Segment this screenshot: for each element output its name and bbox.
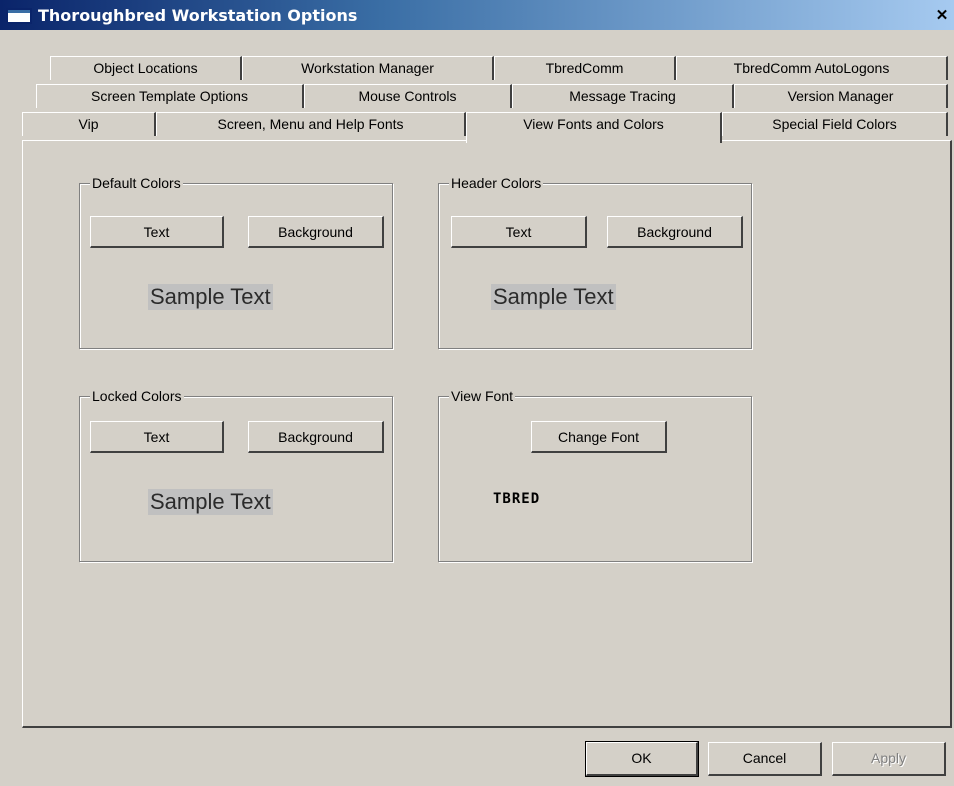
tab-mouse-controls[interactable]: Mouse Controls	[304, 84, 512, 108]
default-sample-text: Sample Text	[148, 284, 273, 310]
default-colors-group: Default Colors Text Background Sample Te…	[79, 174, 393, 349]
change-font-button[interactable]: Change Font	[531, 421, 667, 453]
view-font-label: View Font	[449, 387, 515, 405]
apply-button[interactable]: Apply	[832, 742, 946, 776]
default-text-button[interactable]: Text	[90, 216, 224, 248]
tab-row-1: Object Locations Workstation Manager Tbr…	[0, 56, 954, 80]
tab-row-3: Vip Screen, Menu and Help Fonts View Fon…	[0, 112, 954, 143]
tab-tbredcomm-autologons[interactable]: TbredComm AutoLogons	[676, 56, 948, 80]
default-colors-label: Default Colors	[90, 174, 183, 192]
ok-button[interactable]: OK	[585, 741, 699, 777]
tab-tbredcomm[interactable]: TbredComm	[494, 56, 676, 80]
tab-version-manager[interactable]: Version Manager	[734, 84, 948, 108]
header-text-button[interactable]: Text	[451, 216, 587, 248]
header-colors-label: Header Colors	[449, 174, 544, 192]
tab-special-field-colors[interactable]: Special Field Colors	[722, 112, 948, 136]
tab-object-locations[interactable]: Object Locations	[50, 56, 242, 80]
tab-message-tracing[interactable]: Message Tracing	[512, 84, 734, 108]
close-icon[interactable]: ✕	[934, 8, 950, 24]
tab-workstation-manager[interactable]: Workstation Manager	[242, 56, 494, 80]
header-colors-group: Header Colors Text Background Sample Tex…	[438, 174, 752, 349]
tab-row-2: Screen Template Options Mouse Controls M…	[0, 84, 954, 108]
header-sample-text: Sample Text	[491, 284, 616, 310]
locked-background-button[interactable]: Background	[248, 421, 384, 453]
title-bar: Thoroughbred Workstation Options ✕	[0, 0, 954, 30]
header-background-button[interactable]: Background	[607, 216, 743, 248]
locked-sample-text: Sample Text	[148, 489, 273, 515]
tab-screen-template-options[interactable]: Screen Template Options	[36, 84, 304, 108]
tab-vip[interactable]: Vip	[22, 112, 156, 136]
view-font-sample: TBRED	[493, 491, 541, 507]
view-font-group: View Font Change Font TBRED	[438, 387, 752, 562]
locked-text-button[interactable]: Text	[90, 421, 224, 453]
tab-panel: Default Colors Text Background Sample Te…	[22, 140, 952, 728]
tab-screen-menu-help-fonts[interactable]: Screen, Menu and Help Fonts	[156, 112, 466, 136]
window-title: Thoroughbred Workstation Options	[38, 6, 358, 25]
tab-view-fonts-and-colors[interactable]: View Fonts and Colors	[466, 112, 722, 143]
cancel-button[interactable]: Cancel	[708, 742, 822, 776]
default-background-button[interactable]: Background	[248, 216, 384, 248]
locked-colors-label: Locked Colors	[90, 387, 184, 405]
window-icon	[6, 8, 32, 24]
locked-colors-group: Locked Colors Text Background Sample Tex…	[79, 387, 393, 562]
